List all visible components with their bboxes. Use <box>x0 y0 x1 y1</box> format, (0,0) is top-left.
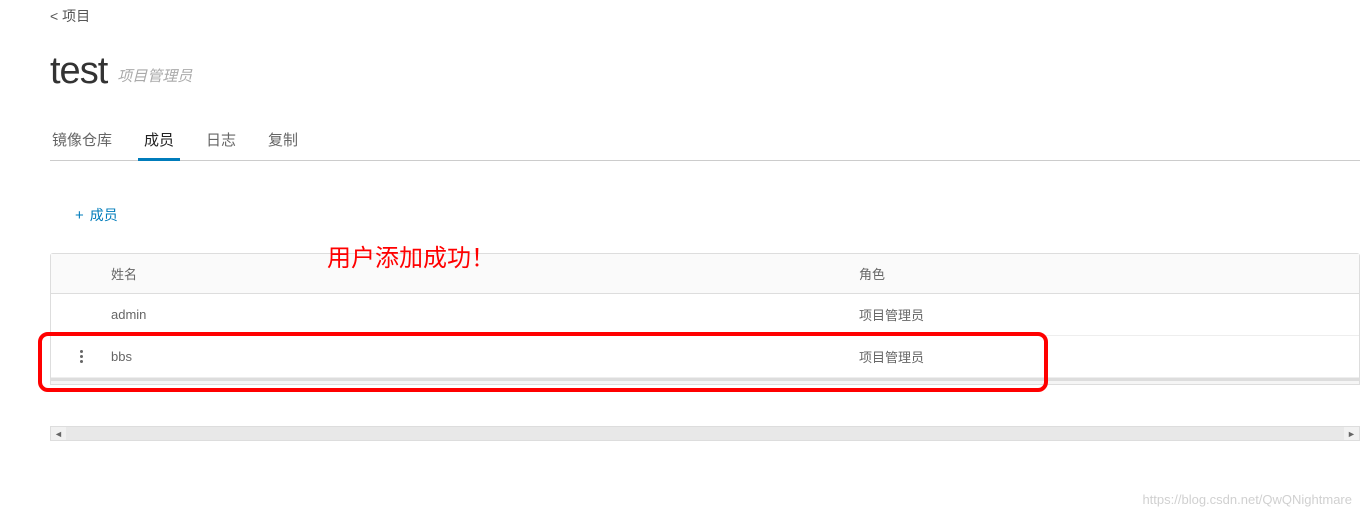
scroll-right-arrow-icon[interactable]: ► <box>1344 427 1359 440</box>
tab-repositories[interactable]: 镜像仓库 <box>50 129 114 160</box>
table-bottom-border <box>51 378 1359 384</box>
user-role-badge: 项目管理员 <box>117 65 192 86</box>
add-member-button[interactable]: + 成员 <box>75 205 118 225</box>
row-actions-cell <box>51 350 111 363</box>
scroll-left-arrow-icon[interactable]: ◄ <box>51 427 66 440</box>
plus-icon: + <box>75 207 84 224</box>
table-row[interactable]: admin 项目管理员 <box>51 294 1359 336</box>
horizontal-scrollbar[interactable]: ◄ ► <box>50 426 1360 441</box>
member-role: 项目管理员 <box>859 347 1359 366</box>
table-row[interactable]: bbs 项目管理员 <box>51 336 1359 378</box>
more-actions-icon[interactable] <box>80 350 83 363</box>
scrollbar-track[interactable] <box>66 427 1344 440</box>
member-name: admin <box>111 307 859 322</box>
tab-members[interactable]: 成员 <box>142 129 176 160</box>
add-member-label: 成员 <box>90 205 118 225</box>
tab-logs[interactable]: 日志 <box>204 129 238 160</box>
watermark-text: https://blog.csdn.net/QwQNightmare <box>1142 492 1352 507</box>
project-tabs: 镜像仓库 成员 日志 复制 <box>50 129 1360 161</box>
members-table: 姓名 角色 admin 项目管理员 bbs 项目管理员 <box>50 253 1360 385</box>
member-role: 项目管理员 <box>859 305 1359 324</box>
table-header-name[interactable]: 姓名 <box>111 264 859 283</box>
tab-replication[interactable]: 复制 <box>266 129 300 160</box>
member-name: bbs <box>111 349 859 364</box>
table-header-row: 姓名 角色 <box>51 254 1359 294</box>
page-title-row: test 项目管理员 <box>50 50 1360 93</box>
project-title: test <box>50 50 107 93</box>
table-header-role[interactable]: 角色 <box>859 264 1359 283</box>
back-to-projects-link[interactable]: < 项目 <box>50 6 1360 26</box>
